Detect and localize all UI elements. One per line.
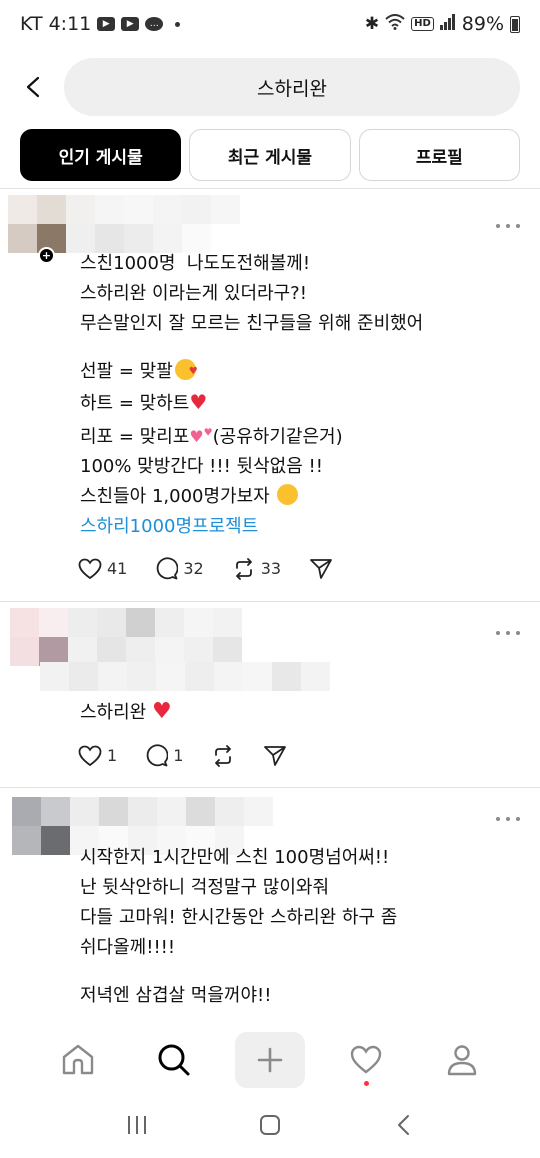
search-icon (158, 1044, 190, 1076)
recent-apps-button[interactable] (117, 1105, 157, 1145)
smirk-emoji-icon (277, 484, 299, 506)
like-count: 41 (107, 559, 128, 578)
notification-dot (364, 1081, 369, 1086)
post-text: 스친1000명 나도도전해볼께! 스하리완 이라는게 있더라구?! 무슨말인지 … (80, 249, 520, 542)
red-heart-icon: ♥ (151, 699, 172, 724)
wifi-icon (385, 13, 405, 35)
like-button[interactable]: 41 (78, 558, 127, 580)
back-chevron-icon (398, 1115, 410, 1135)
tab-popular-posts[interactable]: 인기 게시물 (20, 129, 182, 181)
repost-icon (235, 557, 252, 580)
post-line: 리포 = 맞리포 (80, 426, 190, 448)
carrier-label: KT (20, 13, 43, 35)
system-back-button[interactable] (383, 1105, 423, 1145)
nav-profile[interactable] (427, 1032, 497, 1088)
nav-home[interactable] (43, 1032, 113, 1088)
home-icon (62, 1044, 94, 1075)
more-options-icon[interactable] (496, 628, 520, 638)
post-actions: 41 32 33 (78, 557, 361, 580)
author-avatar-blurred[interactable] (8, 195, 240, 253)
post-card[interactable]: 스하리완 ♥ 1 1 (0, 602, 540, 787)
repost-button[interactable]: 33 (232, 557, 282, 580)
post-line: 100% 맞방간다 !!! 뒷삭없음 !! (80, 456, 323, 478)
hd-voice-icon: HD (411, 17, 434, 31)
post-line: 시작한지 1시간만에 스친 100명넘어써!! (80, 847, 390, 868)
search-input[interactable]: 스하리완 (64, 58, 520, 116)
bottom-nav (0, 1030, 540, 1090)
battery-icon (510, 15, 520, 33)
post-line: 무슨말인지 잘 모르는 친구들을 위해 준비했어 (80, 313, 424, 334)
post-line: (공유하기같은거) (212, 426, 343, 448)
tab-recent-posts[interactable]: 최근 게시물 (189, 129, 351, 181)
red-heart-icon: ♥ (189, 390, 208, 414)
search-header: 스하리완 (0, 58, 540, 118)
search-tabs: 인기 게시물 최근 게시물 프로필 (20, 129, 520, 181)
heart-icon (78, 745, 102, 766)
post-text: 스하리완 ♥ (80, 697, 520, 728)
profile-icon (447, 1045, 477, 1076)
repost-count: 33 (260, 559, 282, 578)
back-button[interactable] (18, 72, 48, 102)
author-avatar-blurred[interactable] (10, 608, 242, 666)
reply-count: 1 (173, 746, 184, 765)
post-line: 스하리완 이라는게 있더라구?! (80, 283, 307, 304)
message-notification-icon: … (145, 17, 164, 31)
post-line: 저녁엔 삼겹살 먹을꺼야!! (80, 985, 272, 1006)
nav-search[interactable] (139, 1032, 209, 1088)
post-line: 선팔 = 맞팔 (80, 361, 173, 382)
comment-icon (146, 744, 169, 767)
home-square-icon (259, 1115, 280, 1135)
post-line: 쉬다올께!!!! (80, 937, 176, 958)
repost-button[interactable] (211, 744, 235, 767)
post-card[interactable]: 시작한지 1시간만에 스친 100명넘어써!! 난 뒷삭안하니 걱정말구 많이와… (0, 788, 540, 1028)
follow-plus-icon[interactable]: + (38, 247, 55, 264)
system-nav-bar (0, 1100, 540, 1150)
recent-apps-icon (127, 1116, 146, 1134)
back-arrow-icon (26, 76, 40, 98)
heart-icon (350, 1045, 382, 1074)
reply-button[interactable]: 32 (155, 557, 204, 580)
like-button[interactable]: 1 (78, 745, 117, 767)
status-bar: KT 4:11 ▶ ▶ … ✱ HD 89% (0, 0, 540, 48)
post-actions: 1 1 (78, 744, 315, 767)
reply-count: 32 (183, 559, 204, 578)
post-line: 하트 = 맞하트 (80, 393, 190, 414)
more-options-icon[interactable] (496, 814, 520, 824)
bluetooth-icon: ✱ (364, 14, 380, 34)
signal-icon (439, 13, 456, 35)
post-line: 스친1000명 나도도전해볼께! (80, 253, 311, 274)
post-card[interactable]: + 스친1000명 나도도전해볼께! 스하리완 이라는게 있더라구?! 무슨말인… (0, 189, 540, 601)
clock: 4:11 (48, 13, 92, 35)
nav-compose[interactable] (235, 1032, 305, 1088)
share-button[interactable] (309, 558, 333, 580)
kiss-emoji-icon: ♥ (174, 359, 198, 380)
author-name-blurred (40, 662, 330, 691)
post-text: 시작한지 1시간만에 스친 100명넘어써!! 난 뒷삭안하니 걱정말구 많이와… (80, 843, 520, 1011)
youtube-music-notification-icon: ▶ (121, 17, 140, 31)
post-line: 다들 고마워! 한시간동안 스하리완 하구 좀 (80, 907, 398, 928)
send-icon (310, 558, 332, 579)
post-line: 난 뒷삭안하니 걱정말구 많이와줘 (80, 877, 330, 898)
send-icon (264, 745, 287, 766)
youtube-notification-icon: ▶ (97, 17, 116, 31)
like-count: 1 (107, 746, 118, 765)
plus-icon (257, 1047, 283, 1073)
reply-button[interactable]: 1 (145, 744, 183, 767)
share-button[interactable] (263, 745, 287, 767)
home-button[interactable] (250, 1105, 290, 1145)
heart-icon (78, 558, 102, 579)
hashtag-link[interactable]: 스하리1000명프로젝트 (80, 512, 520, 542)
battery-percent: 89% (461, 13, 504, 35)
repost-icon (215, 744, 232, 767)
more-notifications-dot (175, 21, 181, 27)
post-line: 스친들아 1,000명가보자 (80, 486, 276, 508)
comment-icon (157, 557, 179, 580)
more-options-icon[interactable] (496, 221, 520, 231)
post-line: 스하리완 (80, 702, 152, 723)
tab-profiles[interactable]: 프로필 (358, 129, 520, 181)
two-hearts-icon: ♥♥ (189, 427, 213, 447)
nav-activity[interactable] (331, 1032, 401, 1088)
